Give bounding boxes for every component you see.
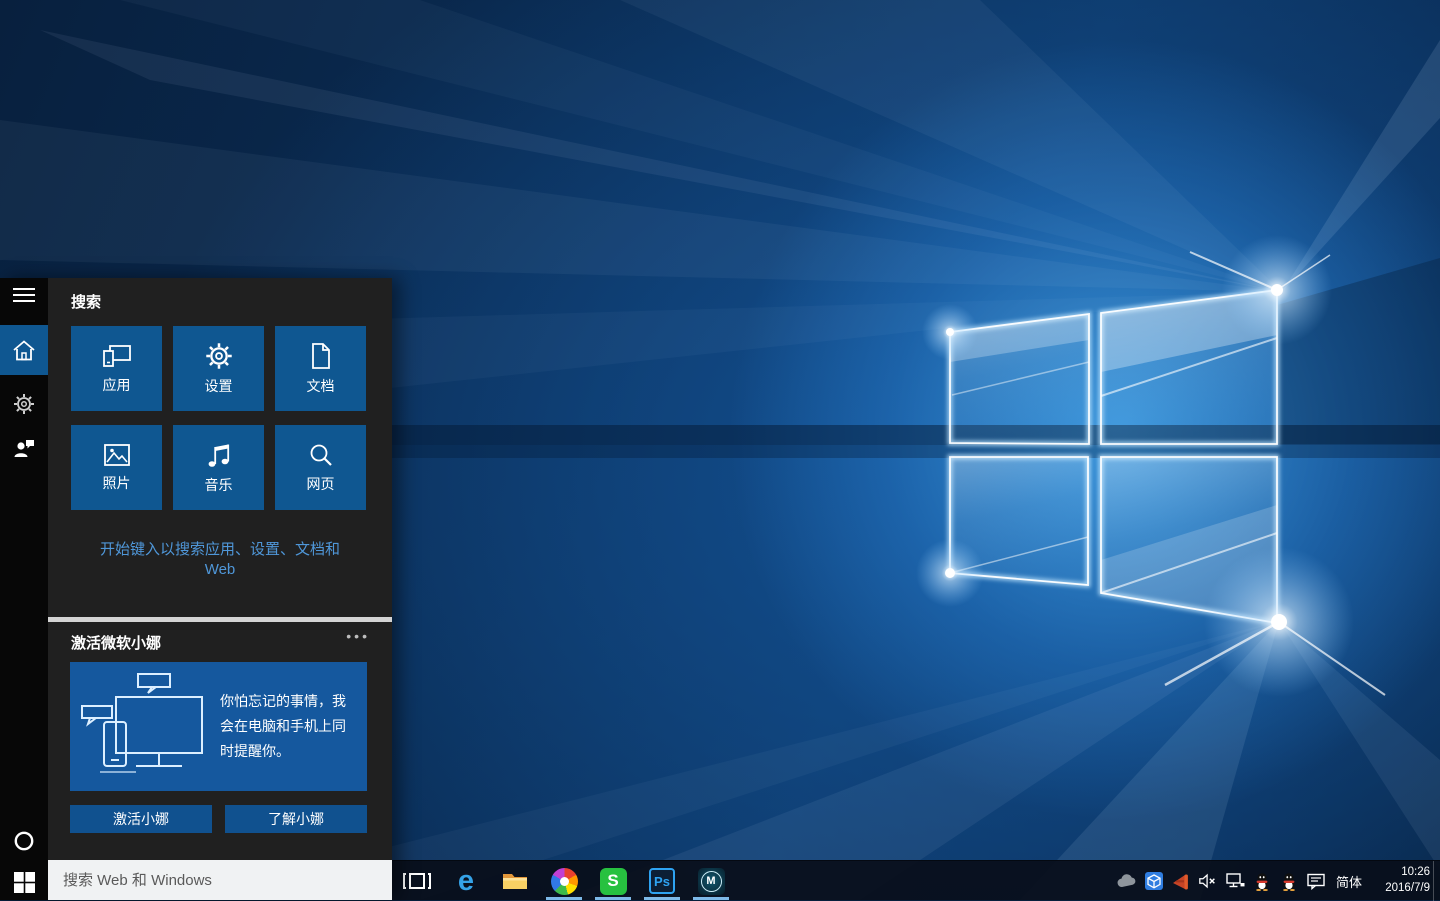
tile-label: 网页 bbox=[307, 474, 335, 494]
web-search-icon bbox=[308, 442, 334, 468]
tile-music[interactable]: 音乐 bbox=[173, 425, 264, 510]
promo-line: 会在电脑和手机上同 bbox=[220, 714, 358, 739]
apps-icon bbox=[102, 343, 132, 369]
tile-label: 照片 bbox=[103, 473, 131, 493]
task-view-icon bbox=[402, 868, 432, 894]
taskbar-search-box[interactable] bbox=[48, 860, 392, 900]
search-panel: 搜索 应用 设置 bbox=[0, 278, 392, 900]
start-button[interactable] bbox=[0, 864, 48, 900]
cortana-promo-card[interactable]: 你怕忘记的事情，我 会在电脑和手机上同 时提醒你。 bbox=[70, 662, 367, 791]
search-input[interactable] bbox=[48, 860, 392, 900]
search-hint: 开始键入以搜索应用、设置、文档和 Web bbox=[48, 540, 392, 580]
edge-icon: e bbox=[458, 867, 474, 896]
settings-rail-button[interactable] bbox=[0, 384, 48, 424]
clock[interactable]: 10:26 2016/7/9 bbox=[1372, 865, 1430, 896]
onedrive-cloud-icon[interactable] bbox=[1117, 871, 1137, 891]
file-explorer-button[interactable] bbox=[495, 861, 535, 901]
tile-photos[interactable]: 照片 bbox=[71, 425, 162, 510]
clock-time: 10:26 bbox=[1372, 865, 1430, 881]
windows-logo-icon bbox=[14, 872, 35, 893]
task-view-button[interactable] bbox=[397, 861, 437, 901]
panel-title: 搜索 bbox=[71, 291, 101, 312]
gear-icon bbox=[13, 393, 35, 415]
promo-line: 你怕忘记的事情，我 bbox=[220, 689, 358, 714]
search-flyout: 搜索 应用 设置 bbox=[48, 278, 392, 860]
network-icon[interactable] bbox=[1225, 871, 1245, 891]
system-tray: 简体 10:26 2016/7/9 bbox=[1117, 861, 1430, 901]
photoshop-icon: Ps bbox=[649, 868, 675, 894]
cortana-promo-text: 你怕忘记的事情，我 会在电脑和手机上同 时提醒你。 bbox=[220, 689, 358, 764]
tile-web[interactable]: 网页 bbox=[275, 425, 366, 510]
tile-label: 应用 bbox=[103, 375, 131, 395]
tile-label: 设置 bbox=[205, 376, 233, 396]
cortana-section-title: 激活微软小娜 bbox=[71, 632, 161, 653]
horn-speaker-icon[interactable] bbox=[1171, 871, 1191, 891]
s-app-button[interactable]: S bbox=[593, 861, 633, 901]
home-icon bbox=[13, 340, 35, 361]
search-hint-line1: 开始键入以搜索应用、设置、文档和 bbox=[48, 540, 392, 560]
cortana-promo-illustration bbox=[78, 670, 218, 783]
cortana-ring-icon bbox=[13, 830, 35, 852]
color-wheel-app-button[interactable] bbox=[544, 861, 584, 901]
tile-label: 文档 bbox=[307, 376, 335, 396]
clock-date: 2016/7/9 bbox=[1372, 881, 1430, 897]
home-tab-button[interactable] bbox=[0, 325, 48, 375]
ime-indicator[interactable]: 简体 bbox=[1333, 872, 1365, 891]
photos-icon bbox=[103, 443, 131, 467]
s-app-icon: S bbox=[600, 868, 627, 895]
qq-icon[interactable] bbox=[1279, 871, 1299, 891]
edge-button[interactable]: e bbox=[446, 861, 486, 901]
photoshop-button[interactable]: Ps bbox=[642, 861, 682, 901]
activate-cortana-button[interactable]: 激活小娜 bbox=[70, 805, 212, 833]
file-explorer-icon bbox=[501, 869, 529, 893]
qq-icon[interactable] bbox=[1252, 871, 1272, 891]
motorola-app-button[interactable]: M bbox=[691, 861, 731, 901]
documents-icon bbox=[309, 342, 333, 370]
tile-label: 音乐 bbox=[205, 475, 233, 495]
volume-muted-icon[interactable] bbox=[1198, 871, 1218, 891]
tile-settings[interactable]: 设置 bbox=[173, 326, 264, 411]
action-center-icon[interactable] bbox=[1306, 871, 1326, 891]
settings-icon bbox=[205, 342, 233, 370]
motorola-m-glyph: M bbox=[701, 871, 722, 892]
hamburger-icon bbox=[13, 288, 35, 302]
search-hint-line2: Web bbox=[48, 560, 392, 580]
panel-left-rail bbox=[0, 278, 48, 900]
show-desktop-button[interactable] bbox=[1433, 861, 1440, 901]
cube-app-icon[interactable] bbox=[1144, 871, 1164, 891]
learn-cortana-button[interactable]: 了解小娜 bbox=[225, 805, 367, 833]
more-options-button[interactable]: ••• bbox=[346, 628, 370, 644]
tile-documents[interactable]: 文档 bbox=[275, 326, 366, 411]
cortana-rail-button[interactable] bbox=[0, 821, 48, 861]
color-wheel-icon bbox=[551, 868, 578, 895]
feedback-rail-button[interactable] bbox=[0, 428, 48, 468]
person-feedback-icon bbox=[13, 437, 35, 459]
promo-line: 时提醒你。 bbox=[220, 739, 358, 764]
tile-apps[interactable]: 应用 bbox=[71, 326, 162, 411]
hamburger-menu-button[interactable] bbox=[0, 278, 48, 312]
music-icon bbox=[206, 441, 232, 469]
motorola-icon: M bbox=[698, 868, 725, 895]
section-divider bbox=[48, 617, 392, 622]
